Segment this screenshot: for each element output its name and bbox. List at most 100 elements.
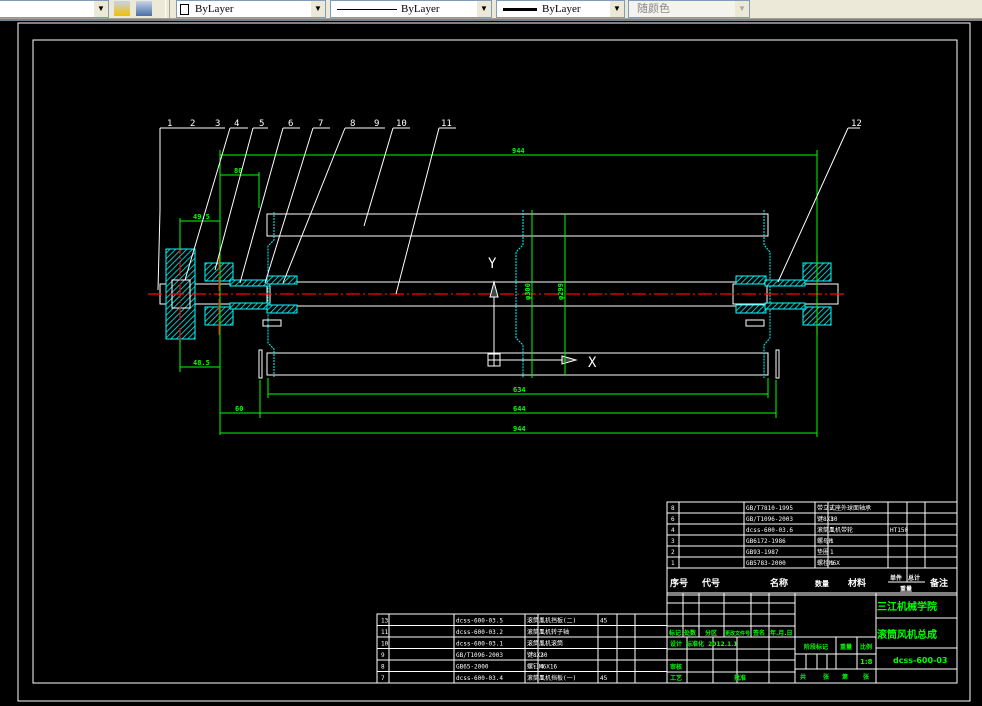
part-label: 8 bbox=[350, 119, 355, 129]
roller-tube-bottom-wall bbox=[266, 352, 769, 376]
cell-qty: 1 bbox=[830, 560, 834, 567]
sheets-label: 第 bbox=[841, 673, 848, 681]
cell-code: dcss-600-03.2 bbox=[456, 629, 503, 636]
table-row: 8 GB65-2000 螺钉M6X164 bbox=[381, 663, 557, 671]
parts-table-upper: 序号 代号 名称 数量 材料 单件 总计 重量 备注 8 GB/T7810-199… bbox=[666, 501, 958, 596]
key-right bbox=[775, 349, 780, 379]
cell-qty: 1 bbox=[830, 538, 834, 545]
cell-qty: 1 bbox=[540, 641, 544, 648]
dim-diameter-outer: φ300 bbox=[524, 283, 532, 300]
scale-label: 比例 bbox=[860, 643, 872, 651]
cell-code: dcss-600-03.4 bbox=[456, 675, 503, 682]
dim-48-5: 48.5 bbox=[193, 359, 210, 367]
scale-value: 1:8 bbox=[860, 658, 873, 666]
cell-name: 滚筒风机挡板(二) bbox=[527, 617, 576, 625]
drawing-canvas[interactable]: Y X 944 80 49.5 48.5 634 644 60 944 φ300… bbox=[0, 21, 982, 706]
header-qty: 数量 bbox=[815, 579, 829, 588]
rev-label: 标记 bbox=[668, 629, 681, 637]
cell-code: dcss-600-03.5 bbox=[456, 618, 503, 625]
cell-code: GB/T1096-2003 bbox=[746, 516, 793, 523]
cell-qty: 1 bbox=[830, 549, 834, 556]
cell-no: 11 bbox=[381, 629, 389, 636]
ucs-icon: Y X bbox=[487, 256, 597, 371]
lineweight-preview-icon bbox=[503, 8, 537, 11]
color-combo[interactable]: ByLayer ▼ bbox=[176, 0, 326, 18]
cell-no: 8 bbox=[671, 505, 675, 512]
dim-bottom-overall: 944 bbox=[513, 425, 526, 433]
dim-49-5: 49.5 bbox=[193, 213, 210, 221]
part-label: 6 bbox=[288, 119, 293, 129]
drawing-number: dcss-600-03 bbox=[893, 656, 947, 665]
cell-no: 3 bbox=[671, 538, 675, 545]
table-row: 11 dcss-600-03.2 滚筒风机转子轴1 bbox=[381, 628, 569, 636]
cell-code: GB6172-1986 bbox=[746, 538, 786, 545]
dim-diameter-inner: φ299 bbox=[557, 283, 565, 300]
ucs-x-label: X bbox=[588, 355, 597, 371]
cell-name: 滚筒风机滚筒 bbox=[527, 640, 563, 648]
part-label: 4 bbox=[234, 119, 239, 129]
review-label: 审核 bbox=[670, 663, 682, 671]
cell-name: 滚筒风机转子轴 bbox=[527, 628, 569, 636]
table-row: 10 dcss-600-03.1 滚筒风机滚筒1 bbox=[381, 640, 563, 648]
sleeve-left-bottom bbox=[229, 302, 271, 310]
sheets-label: 共 bbox=[800, 673, 806, 681]
cell-name: 垫圈 bbox=[817, 548, 829, 556]
cell-name: 螺栓M6X bbox=[817, 559, 840, 567]
sleeve-right-bottom bbox=[764, 302, 806, 310]
cell-code: GB5783-2000 bbox=[746, 560, 786, 567]
linetype-combo[interactable]: ByLayer ▼ bbox=[330, 0, 492, 18]
ucs-y-label: Y bbox=[488, 256, 497, 272]
properties-toolbar: ▼ ByLayer ▼ ByLayer ▼ ByLayer ▼ 随颜色 ▼ bbox=[0, 0, 982, 19]
cell-qty: 1 bbox=[830, 516, 834, 523]
dim-644: 644 bbox=[513, 405, 526, 413]
header-code: 代号 bbox=[701, 577, 720, 589]
chevron-down-icon[interactable]: ▼ bbox=[477, 1, 491, 17]
layer-combo[interactable]: ▼ bbox=[0, 0, 109, 18]
cell-code: GB65-2000 bbox=[456, 664, 489, 671]
cell-no: 8 bbox=[381, 664, 385, 671]
part-label: 9 bbox=[374, 119, 379, 129]
part-label: 2 bbox=[190, 119, 195, 129]
table-row: 3 GB6172-1986 螺母M1 bbox=[671, 537, 834, 545]
lineweight-combo[interactable]: ByLayer ▼ bbox=[496, 0, 625, 18]
design-date: 2012.1.1 bbox=[708, 641, 738, 648]
chevron-down-icon[interactable]: ▼ bbox=[311, 1, 325, 17]
cell-no: 2 bbox=[671, 549, 675, 556]
rev-label: 处数 bbox=[683, 629, 697, 637]
flange-right-top bbox=[735, 275, 767, 285]
layer-previous-icon[interactable] bbox=[114, 1, 130, 16]
layer-state-icon[interactable] bbox=[136, 1, 152, 16]
cell-name: 带立式座外球面轴承 bbox=[817, 504, 871, 512]
part-label: 5 bbox=[259, 119, 264, 129]
bolt-left bbox=[262, 319, 282, 327]
chevron-down-icon[interactable]: ▼ bbox=[610, 1, 624, 17]
part-label: 7 bbox=[318, 119, 323, 129]
cell-qty: 2 bbox=[540, 652, 544, 659]
cell-name: 键8X30 bbox=[817, 515, 838, 523]
dim-top-overall: 944 bbox=[512, 147, 525, 155]
sleeve-left-top bbox=[229, 279, 271, 287]
part-leaders: 1 2 3 4 5 6 7 8 9 10 11 12 bbox=[157, 119, 862, 295]
table-row: 2 GB93-1987 垫圈 1 bbox=[671, 548, 834, 556]
key-left bbox=[258, 349, 263, 379]
header-single: 单件 bbox=[890, 574, 902, 582]
chevron-down-icon[interactable]: ▼ bbox=[94, 1, 108, 17]
cell-qty: 2 bbox=[830, 505, 834, 512]
cell-name: 滚筒风机带轮 bbox=[817, 526, 853, 534]
cell-no: 4 bbox=[671, 527, 675, 534]
title-block: 三江机械学院 滚筒风机总成 dcss-600-03 标记 处数 分区 更改文件号… bbox=[666, 592, 958, 684]
header-weight: 重量 bbox=[900, 585, 912, 593]
school-name: 三江机械学院 bbox=[877, 600, 937, 613]
rev-label: 年.月.日 bbox=[770, 629, 793, 637]
chevron-down-icon: ▼ bbox=[735, 1, 749, 17]
cell-no: 9 bbox=[381, 652, 385, 659]
color-swatch-icon bbox=[180, 4, 189, 15]
header-total: 总计 bbox=[908, 574, 920, 582]
weight-label: 重量 bbox=[840, 643, 852, 651]
cell-name: 键8X30 bbox=[527, 651, 548, 659]
rev-label: 更改文件号 bbox=[725, 630, 750, 637]
flange-left-top bbox=[266, 275, 298, 285]
cell-no: 7 bbox=[381, 675, 385, 682]
cell-code: dcss-600-03.6 bbox=[746, 527, 793, 534]
cell-material: 45 bbox=[600, 618, 608, 625]
